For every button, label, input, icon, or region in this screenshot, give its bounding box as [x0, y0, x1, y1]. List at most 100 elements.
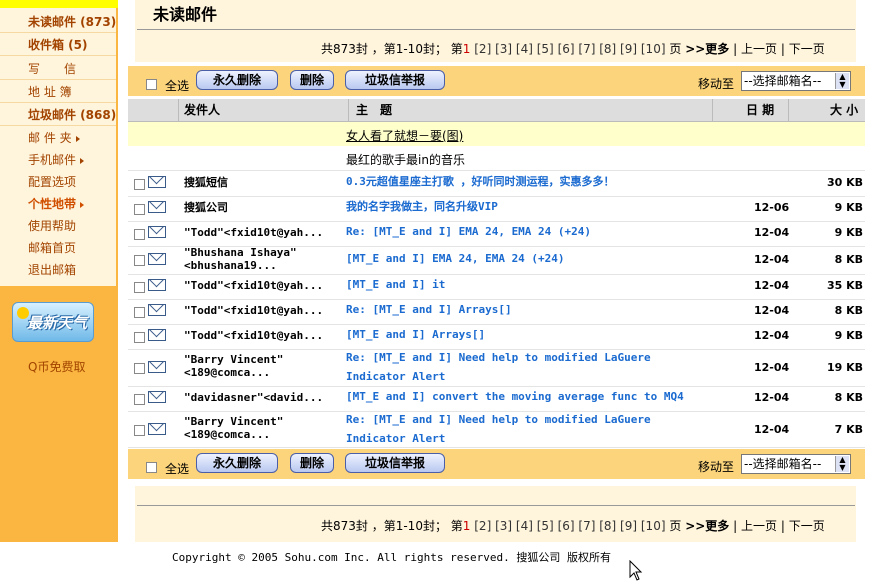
- row-subject[interactable]: Re: [MT_E and I] Need help to modified L…: [346, 348, 716, 386]
- pager-prev-link[interactable]: 上一页: [741, 519, 777, 533]
- pager-more-link[interactable]: >>更多: [685, 519, 729, 533]
- table-row[interactable]: "Barry Vincent"<189@comca... Re: [MT_E a…: [128, 349, 865, 387]
- row-subject[interactable]: Re: [MT_E and I] Arrays[]: [346, 300, 716, 319]
- pager-page-7[interactable]: [7]: [578, 519, 595, 533]
- pager-page-10[interactable]: [10]: [641, 519, 666, 533]
- row-checkbox[interactable]: [134, 425, 145, 436]
- ad-text[interactable]: 最红的歌手最in的音乐: [346, 151, 465, 168]
- pager-page-2[interactable]: [2]: [474, 519, 491, 533]
- row-date: 12-04: [754, 226, 790, 239]
- pager-page-4[interactable]: [4]: [516, 519, 533, 533]
- pager-page-8[interactable]: [8]: [599, 42, 616, 56]
- row-checkbox[interactable]: [134, 394, 145, 405]
- sidebar-item-personal-zone[interactable]: 个性地带: [0, 194, 116, 215]
- sidebar-item-unread[interactable]: 未读邮件 (873): [0, 12, 116, 33]
- envelope-icon: [148, 329, 166, 341]
- table-row[interactable]: "davidasner"<david... [MT_E and I] conve…: [128, 386, 865, 412]
- pager-page-10[interactable]: [10]: [641, 42, 666, 56]
- row-checkbox[interactable]: [134, 255, 145, 266]
- row-size: 9 KB: [834, 201, 863, 214]
- report-spam-button[interactable]: 垃圾信举报: [345, 453, 445, 473]
- row-subject[interactable]: Re: [MT_E and I] EMA 24, EMA 24 (+24): [346, 222, 716, 241]
- sidebar-item-spam[interactable]: 垃圾邮件 (868): [0, 105, 116, 126]
- pager-page-3[interactable]: [3]: [495, 519, 512, 533]
- row-subject[interactable]: [MT_E and I] Arrays[]: [346, 325, 716, 344]
- sidebar-item-mobile-mail[interactable]: 手机邮件: [0, 150, 116, 171]
- pager-next-link[interactable]: 下一页: [789, 519, 825, 533]
- pager-page-6[interactable]: [6]: [558, 519, 575, 533]
- sidebar-item-folders[interactable]: 邮 件 夹: [0, 128, 116, 149]
- sidebar-item-settings[interactable]: 配置选项: [0, 172, 116, 193]
- sidebar-item-compose[interactable]: 写 信: [0, 59, 116, 80]
- delete-button[interactable]: 删除: [290, 70, 334, 90]
- row-checkbox[interactable]: [134, 332, 145, 343]
- folder-select-value: --选择邮箱名--: [744, 457, 822, 471]
- column-date[interactable]: 日 期: [746, 99, 774, 121]
- ad-row: 最红的歌手最in的音乐: [128, 146, 865, 171]
- row-checkbox[interactable]: [134, 307, 145, 318]
- pager-page-8[interactable]: [8]: [599, 519, 616, 533]
- row-checkbox[interactable]: [134, 204, 145, 215]
- row-subject[interactable]: [MT_E and I] it: [346, 275, 716, 294]
- row-subject[interactable]: 0.3元超值星座主打歌 ，好听同时测运程，实惠多多！: [346, 172, 716, 191]
- pager-page-9[interactable]: [9]: [620, 42, 637, 56]
- table-row[interactable]: "Todd"<fxid10t@yah... Re: [MT_E and I] E…: [128, 221, 865, 247]
- pager-page-9[interactable]: [9]: [620, 519, 637, 533]
- column-size[interactable]: 大 小: [830, 99, 858, 121]
- row-subject[interactable]: [MT_E and I] EMA 24, EMA 24 (+24): [346, 249, 716, 268]
- pager-prev-link[interactable]: 上一页: [741, 42, 777, 56]
- column-from[interactable]: 发件人: [184, 99, 220, 121]
- delete-button[interactable]: 删除: [290, 453, 334, 473]
- select-all-checkbox[interactable]: [146, 462, 157, 473]
- sidebar-item-mail-home[interactable]: 邮箱首页: [0, 238, 116, 259]
- row-checkbox[interactable]: [134, 363, 145, 374]
- ad-link[interactable]: 女人看了就想－要(图): [346, 127, 463, 144]
- pager-page-1[interactable]: 1: [463, 42, 471, 56]
- pager-page-3[interactable]: [3]: [495, 42, 512, 56]
- select-all-checkbox[interactable]: [146, 79, 157, 90]
- table-row[interactable]: "Todd"<fxid10t@yah... [MT_E and I] Array…: [128, 324, 865, 350]
- sidebar-item-logout[interactable]: 退出邮箱: [0, 260, 116, 281]
- column-subject[interactable]: 主 题: [356, 99, 392, 121]
- table-row[interactable]: "Todd"<fxid10t@yah... [MT_E and I] it 12…: [128, 274, 865, 300]
- sidebar-item-addressbook[interactable]: 地 址 簿: [0, 82, 116, 103]
- pager-next-link[interactable]: 下一页: [789, 42, 825, 56]
- table-row[interactable]: "Barry Vincent"<189@comca... Re: [MT_E a…: [128, 411, 865, 448]
- row-subject[interactable]: 我的名字我做主，同名升级VIP: [346, 197, 716, 216]
- row-size: 35 KB: [826, 279, 863, 292]
- pager-page-5[interactable]: [5]: [537, 42, 554, 56]
- row-from: "Todd"<fxid10t@yah...: [184, 226, 324, 239]
- pager-page-7[interactable]: [7]: [578, 42, 595, 56]
- table-row[interactable]: "Todd"<fxid10t@yah... Re: [MT_E and I] A…: [128, 299, 865, 325]
- row-subject[interactable]: [MT_E and I] convert the moving average …: [346, 387, 716, 406]
- folder-select[interactable]: --选择邮箱名-- ▲ ▼: [741, 454, 851, 474]
- qcoin-link[interactable]: Q币免费取: [28, 358, 85, 375]
- main-content: 未读邮件 共873封 ，第1-10封； 第1 [2] [3] [4] [5] […: [118, 0, 872, 542]
- pager-page-6[interactable]: [6]: [558, 42, 575, 56]
- row-size: 19 KB: [826, 361, 863, 374]
- row-checkbox[interactable]: [134, 229, 145, 240]
- table-row[interactable]: 搜狐短信 0.3元超值星座主打歌 ，好听同时测运程，实惠多多！ 30 KB: [128, 171, 865, 197]
- folder-select[interactable]: --选择邮箱名-- ▲ ▼: [741, 71, 851, 91]
- sidebar-item-help[interactable]: 使用帮助: [0, 216, 116, 237]
- pager-page-2[interactable]: [2]: [474, 42, 491, 56]
- row-checkbox[interactable]: [134, 179, 145, 190]
- toolbar-bottom: 全选 永久删除 删除 垃圾信举报 移动至 --选择邮箱名-- ▲ ▼: [128, 449, 865, 479]
- select-all-label: 全选: [165, 462, 190, 476]
- table-row[interactable]: 搜狐公司 我的名字我做主，同名升级VIP 12-06 9 KB: [128, 196, 865, 222]
- delete-forever-button[interactable]: 永久删除: [196, 70, 278, 90]
- pager-page-1[interactable]: 1: [463, 519, 471, 533]
- weather-banner[interactable]: 最新天气: [12, 302, 94, 342]
- sidebar-item-inbox[interactable]: 收件箱 (5): [0, 35, 116, 56]
- row-date: 12-04: [754, 361, 790, 374]
- row-subject[interactable]: Re: [MT_E and I] Need help to modified L…: [346, 410, 716, 448]
- report-spam-button[interactable]: 垃圾信举报: [345, 70, 445, 90]
- pager-page-4[interactable]: [4]: [516, 42, 533, 56]
- envelope-icon: [148, 176, 166, 188]
- delete-forever-button[interactable]: 永久删除: [196, 453, 278, 473]
- table-row[interactable]: "Bhushana Ishaya"<bhushana19... [MT_E an…: [128, 246, 865, 275]
- pager-page-5[interactable]: [5]: [537, 519, 554, 533]
- pager-summary: 共873封 ，第1-10封； 第: [321, 42, 463, 56]
- row-checkbox[interactable]: [134, 282, 145, 293]
- pager-more-link[interactable]: >>更多: [685, 42, 729, 56]
